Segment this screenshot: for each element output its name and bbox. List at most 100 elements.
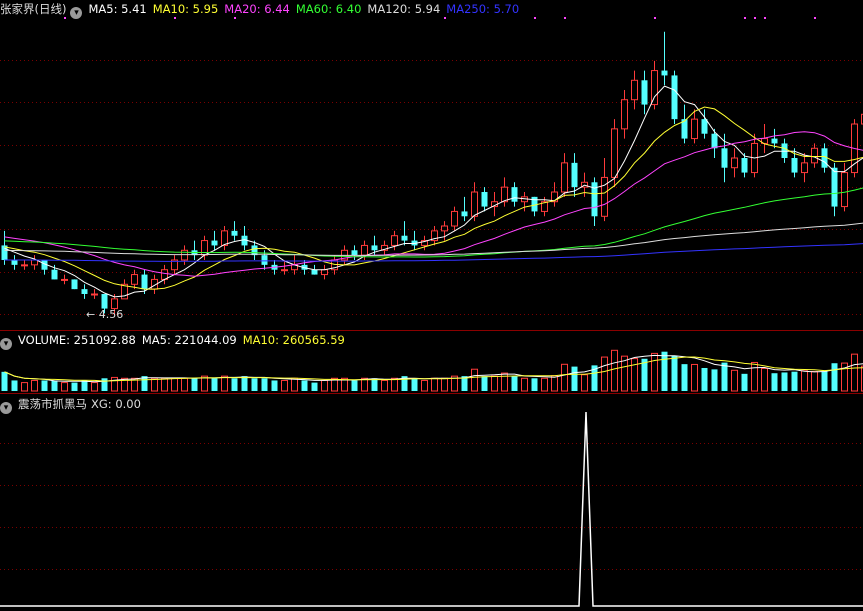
volume-bar-up <box>21 382 28 392</box>
volume-bar-down <box>41 380 48 391</box>
ma5-legend: MA5: 5.41 <box>88 2 147 16</box>
candle-body-up <box>811 147 818 164</box>
volume-bar-up <box>581 374 588 392</box>
candle-body-down <box>371 245 378 251</box>
volume-bar-up <box>321 379 328 392</box>
main-panel-header: 张家界(日线) ▾ MA5: 5.41 MA10: 5.95 MA20: 6.44 MA6… <box>0 0 525 19</box>
candle-body-up <box>31 259 38 266</box>
volume-bar-down <box>231 378 238 391</box>
candle-body-down <box>711 133 718 149</box>
volume-bar-up <box>31 379 38 392</box>
volume-bar-up <box>151 377 158 392</box>
candle-body-up <box>21 264 28 267</box>
volume-ma10-legend: MA10: 260565.59 <box>242 333 345 347</box>
volume-bar-down <box>351 380 358 391</box>
volume-bar-up <box>611 349 618 392</box>
candle-body-down <box>141 274 148 290</box>
volume-bar-down <box>671 355 678 391</box>
ma60-legend: MA60: 6.40 <box>295 2 362 16</box>
candle-body-down <box>81 289 88 294</box>
candle-body-up <box>801 162 808 174</box>
stock-chart-workspace: 张家界(日线) ▾ MA5: 5.41 MA10: 5.95 MA20: 6.44 MA6… <box>0 0 863 611</box>
volume-bar-down <box>831 363 838 391</box>
candle-body-up <box>391 235 398 246</box>
volume-bar-down <box>11 380 18 391</box>
volume-bar-up <box>381 379 388 392</box>
candle-body-down <box>571 162 578 188</box>
candle-body-up <box>441 225 448 232</box>
ma10-legend: MA10: 5.95 <box>152 2 219 16</box>
ma10-line <box>4 106 863 290</box>
ma250-line <box>4 243 863 262</box>
candle-body-down <box>661 70 668 76</box>
signal-dot <box>764 17 766 19</box>
volume-bar-down <box>371 378 378 391</box>
volume-bar-down <box>261 378 268 391</box>
volume-bar-up <box>391 377 398 392</box>
volume-bar-down <box>81 380 88 391</box>
volume-bar-down <box>681 364 688 391</box>
volume-bar-up <box>731 369 738 392</box>
volume-bar-up <box>61 382 68 392</box>
volume-bar-down <box>821 371 828 391</box>
candle-body-down <box>211 240 218 246</box>
candle-body-down <box>251 245 258 256</box>
candle-body-up <box>131 274 138 285</box>
signal-dot <box>654 17 656 19</box>
volume-bar-down <box>51 380 58 391</box>
volume-panel-toggle-icon[interactable]: ▾ <box>0 338 12 350</box>
candle-body-up <box>321 269 328 276</box>
candle-body-down <box>461 211 468 217</box>
volume-bar-down <box>701 367 708 391</box>
candle-body-up <box>61 278 68 281</box>
signal-dot <box>814 17 816 19</box>
candle-body-down <box>351 250 358 256</box>
volume-bar-up <box>631 358 638 392</box>
stock-title: 张家界(日线) <box>0 2 67 16</box>
indicator-panel-toggle-icon[interactable]: ▾ <box>0 402 12 414</box>
volume-bar-down <box>241 376 248 391</box>
volume-bar-down <box>211 378 218 391</box>
candle-body-down <box>11 260 18 265</box>
indicator-panel-header: ▾ 震荡市抓黑马 XG: 0.00 <box>0 395 147 414</box>
candle-body-down <box>51 269 58 280</box>
volume-bar-up <box>561 363 568 392</box>
volume-bar-up <box>551 375 558 392</box>
volume-bar-up <box>521 377 528 392</box>
volume-bar-down <box>191 378 198 391</box>
volume-bar-up <box>491 375 498 392</box>
volume-bar-down <box>411 378 418 391</box>
candle-body-down <box>511 187 518 202</box>
candle-body-down <box>71 279 78 290</box>
candle-body-down <box>721 148 728 168</box>
main-panel-toggle-icon[interactable]: ▾ <box>70 7 83 19</box>
ma5-line <box>4 85 863 298</box>
volume-bar-down <box>531 378 538 391</box>
volume-bar-up <box>851 353 858 392</box>
volume-bar-up <box>291 377 298 392</box>
volume-bar-down <box>301 380 308 391</box>
indicator-title: 震荡市抓黑马 <box>18 397 87 411</box>
candle-body-down <box>771 138 778 144</box>
volume-bar-up <box>111 376 118 392</box>
volume-bar-up <box>541 377 548 392</box>
candle-body-up <box>841 172 848 208</box>
candle-body-up <box>621 99 628 130</box>
candle-body-up <box>731 157 738 169</box>
volume-bar-up <box>441 377 448 392</box>
volume-bar-down <box>511 376 518 391</box>
volume-bar-up <box>691 363 698 392</box>
volume-bar-up <box>431 377 438 392</box>
volume-bar-up <box>281 379 288 392</box>
signal-dot <box>534 17 536 19</box>
volume-bar-up <box>601 356 608 392</box>
candle-body-up <box>451 210 458 227</box>
volume-bar-up <box>811 371 818 392</box>
volume-bar-down <box>721 362 728 391</box>
volume-bar-down <box>311 382 318 391</box>
candle-body-down <box>791 158 798 173</box>
ma60-line <box>4 187 863 258</box>
candle-body-up <box>561 162 568 193</box>
volume-bar-down <box>271 380 278 391</box>
volume-bar-up <box>651 352 658 392</box>
